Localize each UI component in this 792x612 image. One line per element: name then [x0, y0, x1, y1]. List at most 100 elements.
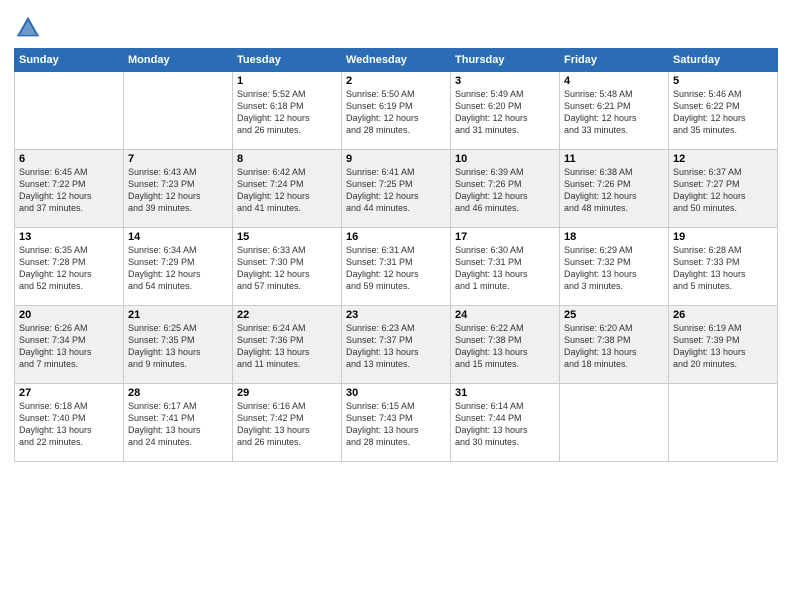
- day-number: 26: [673, 309, 773, 321]
- day-info: Sunrise: 6:14 AM Sunset: 7:44 PM Dayligh…: [455, 400, 555, 449]
- day-number: 9: [346, 153, 446, 165]
- calendar-cell: [15, 72, 124, 150]
- calendar-cell: 25Sunrise: 6:20 AM Sunset: 7:38 PM Dayli…: [560, 306, 669, 384]
- day-number: 27: [19, 387, 119, 399]
- calendar-cell: 13Sunrise: 6:35 AM Sunset: 7:28 PM Dayli…: [15, 228, 124, 306]
- calendar-cell: 15Sunrise: 6:33 AM Sunset: 7:30 PM Dayli…: [233, 228, 342, 306]
- day-info: Sunrise: 6:18 AM Sunset: 7:40 PM Dayligh…: [19, 400, 119, 449]
- day-number: 21: [128, 309, 228, 321]
- calendar-cell: 21Sunrise: 6:25 AM Sunset: 7:35 PM Dayli…: [124, 306, 233, 384]
- calendar-cell: 31Sunrise: 6:14 AM Sunset: 7:44 PM Dayli…: [451, 384, 560, 462]
- calendar-cell: 22Sunrise: 6:24 AM Sunset: 7:36 PM Dayli…: [233, 306, 342, 384]
- calendar-cell: 1Sunrise: 5:52 AM Sunset: 6:18 PM Daylig…: [233, 72, 342, 150]
- day-info: Sunrise: 5:46 AM Sunset: 6:22 PM Dayligh…: [673, 88, 773, 137]
- day-info: Sunrise: 6:28 AM Sunset: 7:33 PM Dayligh…: [673, 244, 773, 293]
- day-info: Sunrise: 6:45 AM Sunset: 7:22 PM Dayligh…: [19, 166, 119, 215]
- calendar-cell: 6Sunrise: 6:45 AM Sunset: 7:22 PM Daylig…: [15, 150, 124, 228]
- calendar-week-row: 20Sunrise: 6:26 AM Sunset: 7:34 PM Dayli…: [15, 306, 778, 384]
- day-number: 4: [564, 75, 664, 87]
- day-number: 20: [19, 309, 119, 321]
- day-info: Sunrise: 6:16 AM Sunset: 7:42 PM Dayligh…: [237, 400, 337, 449]
- calendar-cell: 3Sunrise: 5:49 AM Sunset: 6:20 PM Daylig…: [451, 72, 560, 150]
- calendar: SundayMondayTuesdayWednesdayThursdayFrid…: [14, 48, 778, 462]
- day-number: 23: [346, 309, 446, 321]
- weekday-header-saturday: Saturday: [669, 49, 778, 72]
- day-info: Sunrise: 6:41 AM Sunset: 7:25 PM Dayligh…: [346, 166, 446, 215]
- day-info: Sunrise: 6:42 AM Sunset: 7:24 PM Dayligh…: [237, 166, 337, 215]
- calendar-cell: 11Sunrise: 6:38 AM Sunset: 7:26 PM Dayli…: [560, 150, 669, 228]
- day-number: 12: [673, 153, 773, 165]
- calendar-cell: [124, 72, 233, 150]
- day-info: Sunrise: 6:25 AM Sunset: 7:35 PM Dayligh…: [128, 322, 228, 371]
- weekday-header-sunday: Sunday: [15, 49, 124, 72]
- day-info: Sunrise: 6:39 AM Sunset: 7:26 PM Dayligh…: [455, 166, 555, 215]
- day-info: Sunrise: 6:24 AM Sunset: 7:36 PM Dayligh…: [237, 322, 337, 371]
- day-info: Sunrise: 5:50 AM Sunset: 6:19 PM Dayligh…: [346, 88, 446, 137]
- weekday-header-friday: Friday: [560, 49, 669, 72]
- calendar-cell: 10Sunrise: 6:39 AM Sunset: 7:26 PM Dayli…: [451, 150, 560, 228]
- day-number: 8: [237, 153, 337, 165]
- calendar-week-row: 1Sunrise: 5:52 AM Sunset: 6:18 PM Daylig…: [15, 72, 778, 150]
- calendar-cell: 23Sunrise: 6:23 AM Sunset: 7:37 PM Dayli…: [342, 306, 451, 384]
- day-number: 31: [455, 387, 555, 399]
- calendar-cell: 19Sunrise: 6:28 AM Sunset: 7:33 PM Dayli…: [669, 228, 778, 306]
- calendar-cell: 14Sunrise: 6:34 AM Sunset: 7:29 PM Dayli…: [124, 228, 233, 306]
- day-info: Sunrise: 5:48 AM Sunset: 6:21 PM Dayligh…: [564, 88, 664, 137]
- day-number: 19: [673, 231, 773, 243]
- day-info: Sunrise: 6:33 AM Sunset: 7:30 PM Dayligh…: [237, 244, 337, 293]
- day-info: Sunrise: 6:37 AM Sunset: 7:27 PM Dayligh…: [673, 166, 773, 215]
- day-info: Sunrise: 6:30 AM Sunset: 7:31 PM Dayligh…: [455, 244, 555, 293]
- day-number: 3: [455, 75, 555, 87]
- day-info: Sunrise: 6:35 AM Sunset: 7:28 PM Dayligh…: [19, 244, 119, 293]
- day-number: 28: [128, 387, 228, 399]
- day-number: 15: [237, 231, 337, 243]
- calendar-cell: 16Sunrise: 6:31 AM Sunset: 7:31 PM Dayli…: [342, 228, 451, 306]
- weekday-header-wednesday: Wednesday: [342, 49, 451, 72]
- day-number: 6: [19, 153, 119, 165]
- page: SundayMondayTuesdayWednesdayThursdayFrid…: [0, 0, 792, 612]
- day-number: 30: [346, 387, 446, 399]
- day-number: 29: [237, 387, 337, 399]
- day-info: Sunrise: 6:19 AM Sunset: 7:39 PM Dayligh…: [673, 322, 773, 371]
- day-info: Sunrise: 6:31 AM Sunset: 7:31 PM Dayligh…: [346, 244, 446, 293]
- logo-icon: [14, 14, 42, 42]
- day-number: 5: [673, 75, 773, 87]
- day-number: 17: [455, 231, 555, 243]
- day-number: 16: [346, 231, 446, 243]
- calendar-cell: 4Sunrise: 5:48 AM Sunset: 6:21 PM Daylig…: [560, 72, 669, 150]
- calendar-cell: 20Sunrise: 6:26 AM Sunset: 7:34 PM Dayli…: [15, 306, 124, 384]
- calendar-cell: 28Sunrise: 6:17 AM Sunset: 7:41 PM Dayli…: [124, 384, 233, 462]
- calendar-week-row: 27Sunrise: 6:18 AM Sunset: 7:40 PM Dayli…: [15, 384, 778, 462]
- calendar-cell: 17Sunrise: 6:30 AM Sunset: 7:31 PM Dayli…: [451, 228, 560, 306]
- calendar-cell: 2Sunrise: 5:50 AM Sunset: 6:19 PM Daylig…: [342, 72, 451, 150]
- calendar-cell: 26Sunrise: 6:19 AM Sunset: 7:39 PM Dayli…: [669, 306, 778, 384]
- day-info: Sunrise: 6:43 AM Sunset: 7:23 PM Dayligh…: [128, 166, 228, 215]
- day-info: Sunrise: 6:23 AM Sunset: 7:37 PM Dayligh…: [346, 322, 446, 371]
- day-number: 25: [564, 309, 664, 321]
- calendar-header-row: SundayMondayTuesdayWednesdayThursdayFrid…: [15, 49, 778, 72]
- calendar-cell: 12Sunrise: 6:37 AM Sunset: 7:27 PM Dayli…: [669, 150, 778, 228]
- day-number: 2: [346, 75, 446, 87]
- day-number: 10: [455, 153, 555, 165]
- calendar-cell: 7Sunrise: 6:43 AM Sunset: 7:23 PM Daylig…: [124, 150, 233, 228]
- day-number: 13: [19, 231, 119, 243]
- calendar-cell: 30Sunrise: 6:15 AM Sunset: 7:43 PM Dayli…: [342, 384, 451, 462]
- day-info: Sunrise: 6:38 AM Sunset: 7:26 PM Dayligh…: [564, 166, 664, 215]
- calendar-cell: 27Sunrise: 6:18 AM Sunset: 7:40 PM Dayli…: [15, 384, 124, 462]
- day-info: Sunrise: 6:29 AM Sunset: 7:32 PM Dayligh…: [564, 244, 664, 293]
- calendar-cell: 24Sunrise: 6:22 AM Sunset: 7:38 PM Dayli…: [451, 306, 560, 384]
- calendar-week-row: 6Sunrise: 6:45 AM Sunset: 7:22 PM Daylig…: [15, 150, 778, 228]
- day-number: 14: [128, 231, 228, 243]
- day-number: 18: [564, 231, 664, 243]
- calendar-cell: 8Sunrise: 6:42 AM Sunset: 7:24 PM Daylig…: [233, 150, 342, 228]
- calendar-week-row: 13Sunrise: 6:35 AM Sunset: 7:28 PM Dayli…: [15, 228, 778, 306]
- header: [14, 10, 778, 42]
- day-info: Sunrise: 6:26 AM Sunset: 7:34 PM Dayligh…: [19, 322, 119, 371]
- day-info: Sunrise: 6:22 AM Sunset: 7:38 PM Dayligh…: [455, 322, 555, 371]
- calendar-cell: [560, 384, 669, 462]
- day-number: 24: [455, 309, 555, 321]
- calendar-cell: 29Sunrise: 6:16 AM Sunset: 7:42 PM Dayli…: [233, 384, 342, 462]
- day-info: Sunrise: 6:15 AM Sunset: 7:43 PM Dayligh…: [346, 400, 446, 449]
- day-number: 7: [128, 153, 228, 165]
- weekday-header-tuesday: Tuesday: [233, 49, 342, 72]
